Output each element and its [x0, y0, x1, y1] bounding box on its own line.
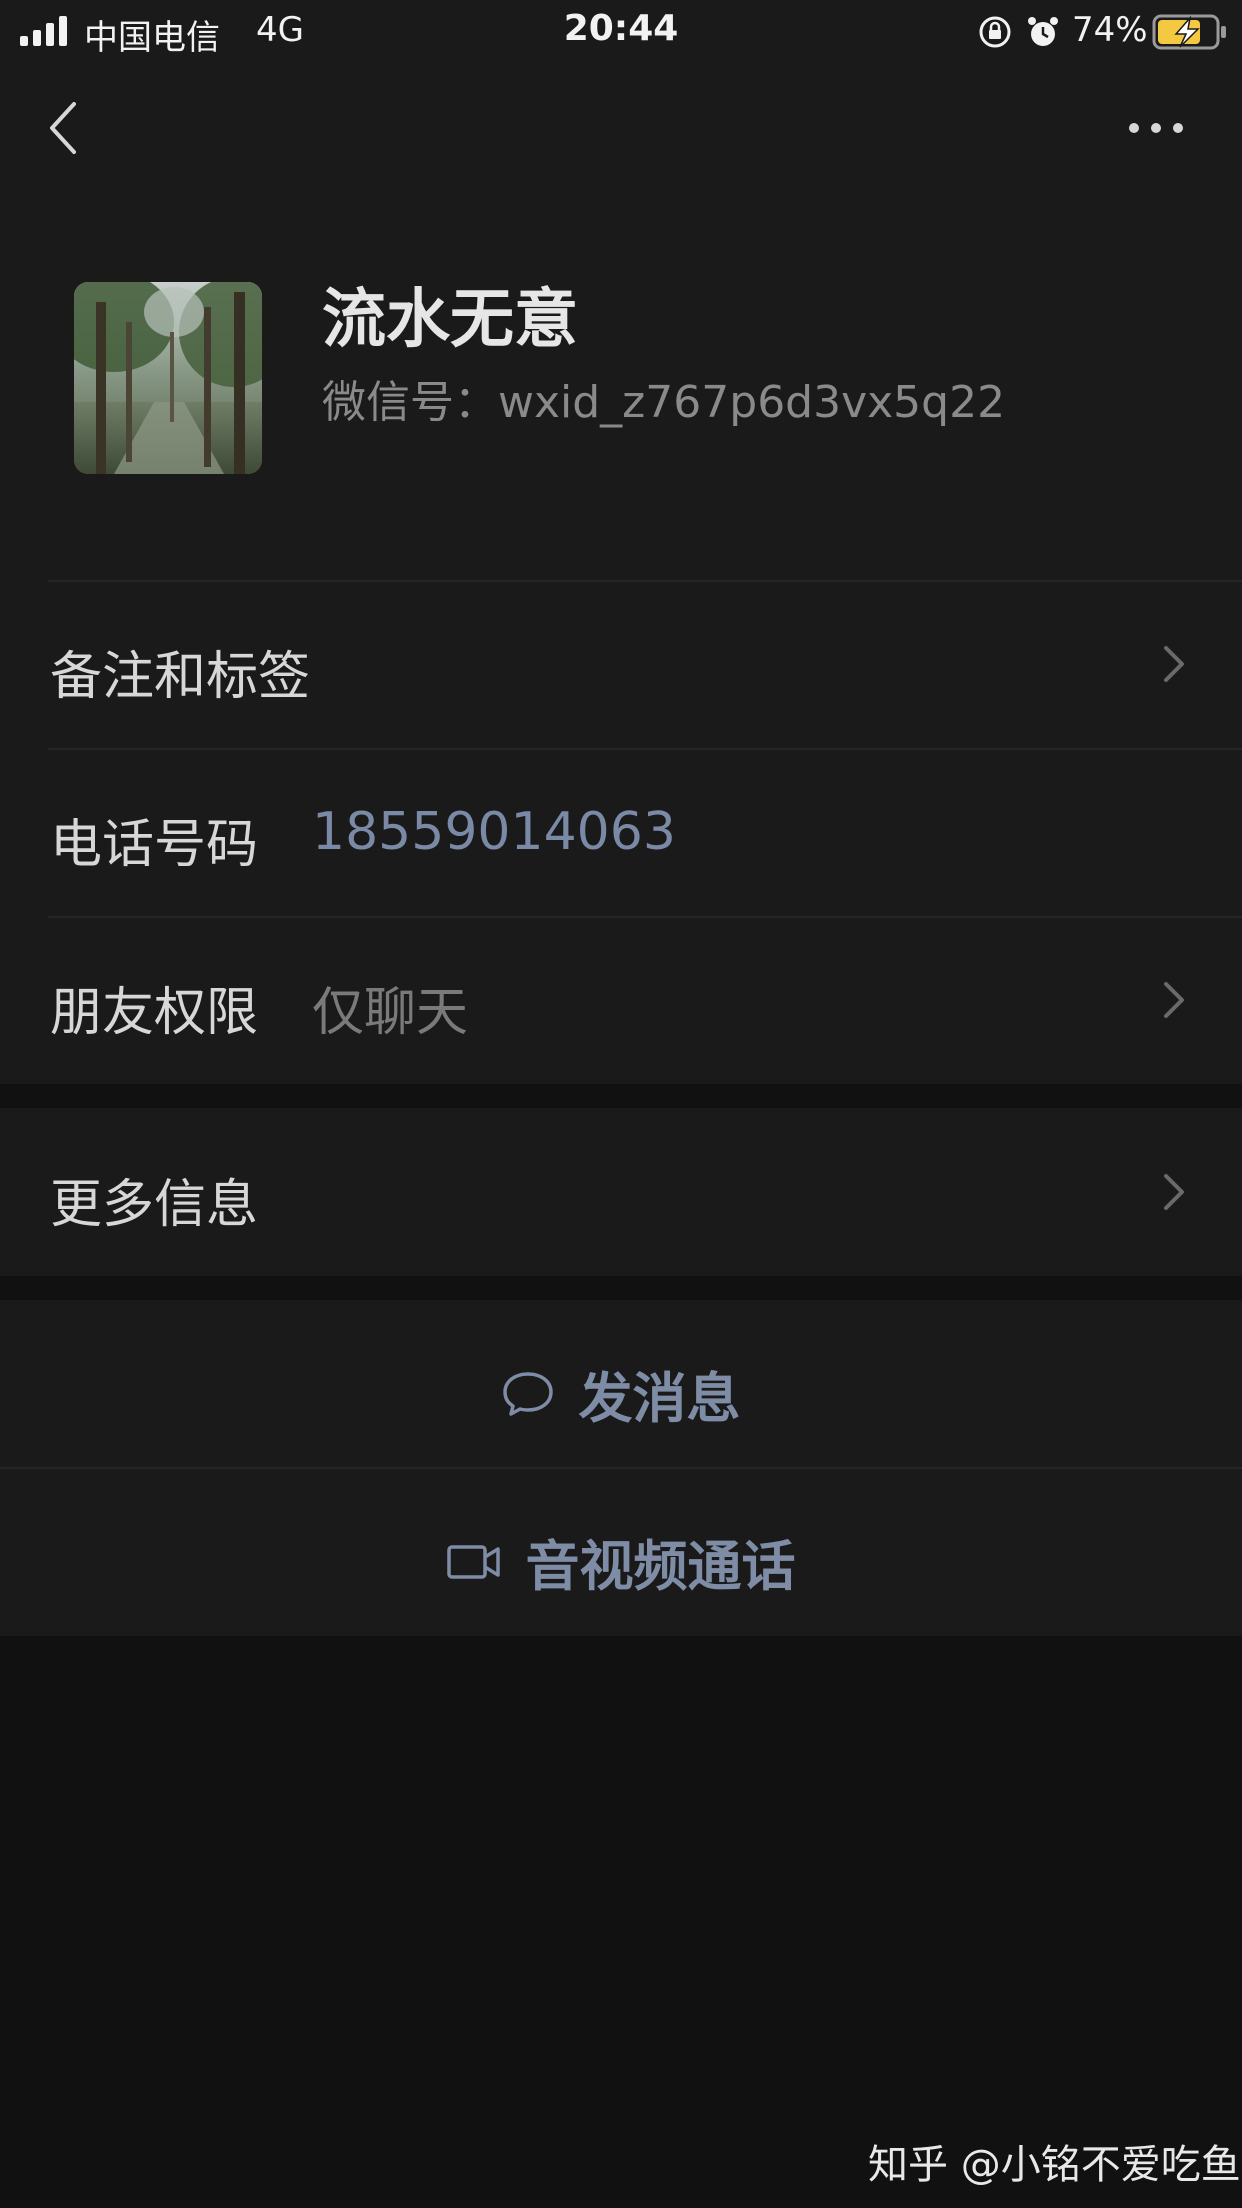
chevron-left-icon[interactable]: [44, 98, 84, 158]
phone-number-value[interactable]: 18559014063: [312, 802, 676, 862]
divider: [48, 916, 1242, 918]
phone-number-row[interactable]: 电话号码 18559014063: [0, 748, 1242, 916]
row-label: 更多信息: [50, 1175, 259, 1235]
permission-value: 仅聊天: [312, 983, 469, 1043]
chat-bubble-icon: [503, 1371, 554, 1416]
wechat-id-value: wxid_z767p6d3vx5q22: [498, 377, 1006, 428]
contact-profile-page: 中国电信 4G 20:44 74% 流水无意 微信号：wxid_z767p6d3…: [0, 0, 1242, 2208]
row-label: 电话号码: [50, 815, 259, 875]
chevron-right-icon: [1164, 1174, 1184, 1210]
video-call-button[interactable]: 音视频通话: [0, 1468, 1242, 1636]
send-message-label: 发消息: [578, 1367, 741, 1430]
avatar[interactable]: [74, 282, 262, 474]
contact-info-section: 备注和标签 电话号码 18559014063 朋友权限 仅聊天: [0, 580, 1242, 1084]
more-dots-icon[interactable]: [1124, 108, 1188, 148]
friend-permission-row[interactable]: 朋友权限 仅聊天: [0, 916, 1242, 1084]
row-label: 备注和标签: [50, 647, 311, 707]
wechat-id-row: 微信号：wxid_z767p6d3vx5q22: [322, 366, 1005, 430]
profile-name: 流水无意: [322, 283, 578, 357]
wechat-id-label: 微信号：: [322, 377, 498, 428]
video-call-label: 音视频通话: [525, 1535, 796, 1598]
divider: [48, 580, 1242, 582]
row-label: 朋友权限: [50, 983, 259, 1043]
nav-bar: [0, 64, 1242, 188]
actions-section: 发消息 音视频通话: [0, 1300, 1242, 1636]
status-bar: 中国电信 4G 20:44 74%: [0, 0, 1242, 64]
send-message-content: 发消息: [0, 1354, 1242, 1433]
alarm-icon: [1028, 17, 1058, 46]
chevron-right-icon: [1164, 646, 1184, 682]
divider: [48, 748, 1242, 750]
more-info-row[interactable]: 更多信息: [0, 1108, 1242, 1276]
orientation-lock-icon: [979, 16, 1011, 48]
battery-percentage: 74%: [1072, 10, 1148, 50]
video-call-content: 音视频通话: [0, 1522, 1242, 1601]
battery-charging-icon: [1152, 14, 1226, 50]
video-camera-icon: [447, 1544, 501, 1579]
chevron-right-icon: [1164, 982, 1184, 1018]
profile-header: 流水无意 微信号：wxid_z767p6d3vx5q22: [0, 188, 1242, 580]
remarks-tags-row[interactable]: 备注和标签: [0, 580, 1242, 748]
watermark: 知乎 @小铭不爱吃鱼: [868, 2142, 1241, 2188]
forest-path-image: [74, 282, 262, 474]
send-message-button[interactable]: 发消息: [0, 1300, 1242, 1468]
more-info-section: 更多信息: [0, 1108, 1242, 1276]
